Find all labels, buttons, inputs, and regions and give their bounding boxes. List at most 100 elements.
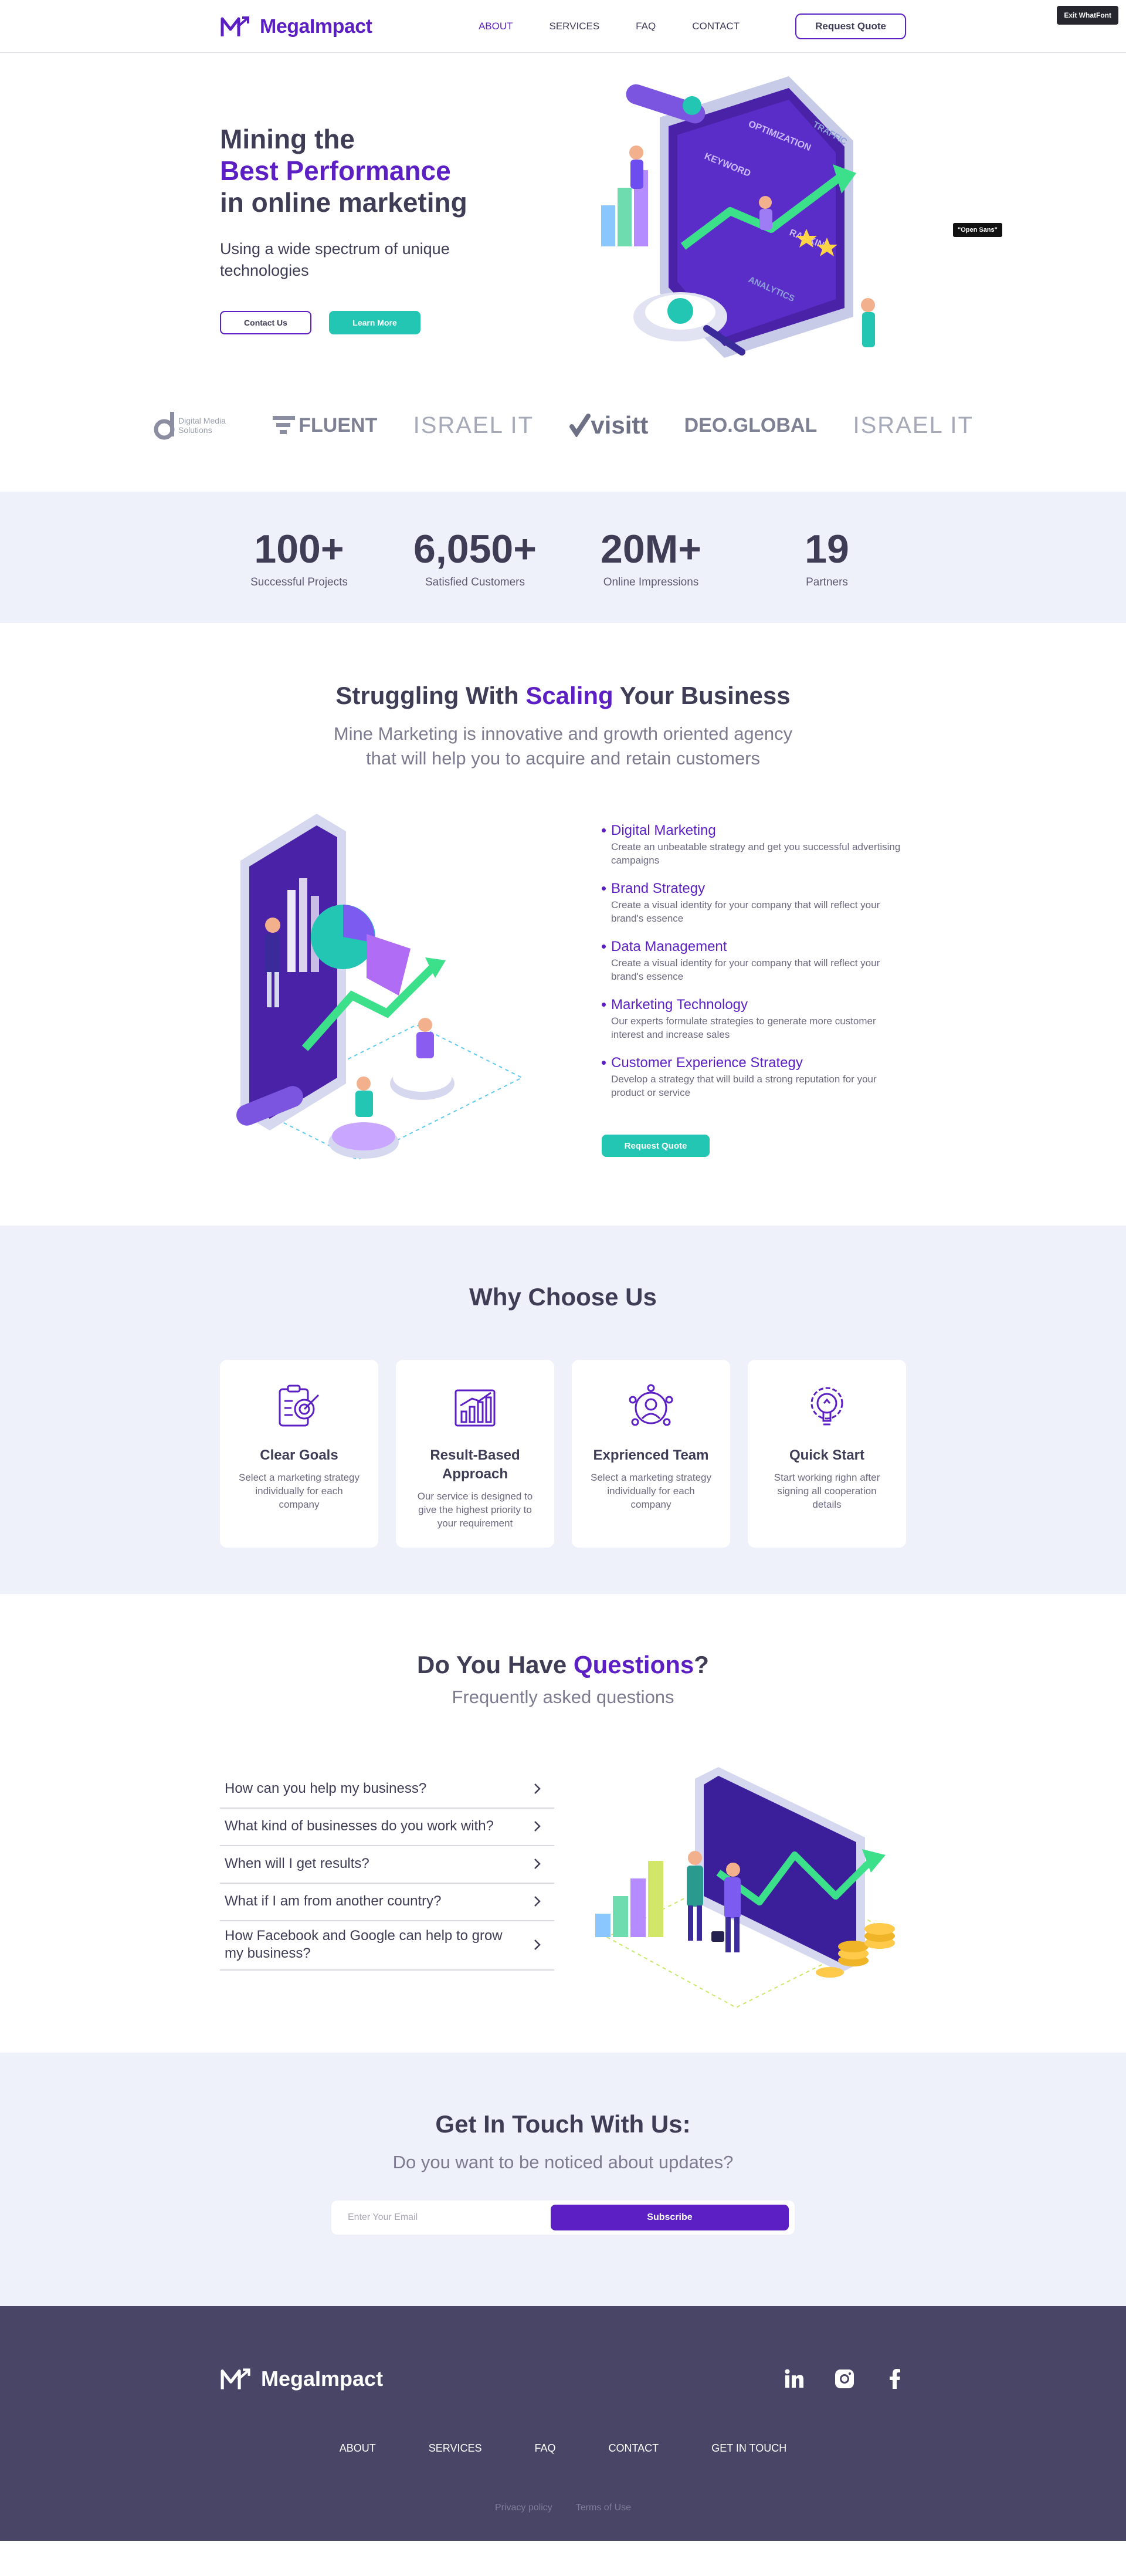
- faq-question: How can you help my business?: [225, 1780, 427, 1796]
- service-desc: Create a visual identity for your compan…: [611, 957, 880, 982]
- service-item: Customer Experience Strategy Develop a s…: [602, 1055, 907, 1099]
- card-desc: Start working righn after signing all co…: [774, 1472, 880, 1510]
- terms-of-use-link[interactable]: Terms of Use: [576, 2503, 631, 2513]
- partner-name-deo-global: DEO.GLOBAL: [684, 414, 818, 436]
- faq-question: What if I am from another country?: [225, 1893, 442, 1909]
- request-quote-button[interactable]: Request Quote: [795, 13, 906, 39]
- card-title: Clear Goals: [260, 1447, 338, 1463]
- instagram-icon[interactable]: [833, 2368, 856, 2390]
- faq-question: How Facebook and Google can help to grow…: [225, 1928, 503, 1961]
- nav-about[interactable]: ABOUT: [479, 21, 513, 32]
- partner-name-israel-it-2: ISRAEL IT: [853, 412, 974, 438]
- exit-whatfont-button[interactable]: Exit WhatFont: [1057, 6, 1118, 25]
- hero-title-line3: in online marketing: [220, 187, 467, 218]
- faq-item[interactable]: How can you help my business?: [220, 1771, 554, 1809]
- facebook-icon[interactable]: [884, 2368, 906, 2390]
- footer-nav-about[interactable]: ABOUT: [340, 2442, 376, 2455]
- service-item: Marketing Technology Our experts formula…: [602, 997, 907, 1041]
- faq-item[interactable]: What if I am from another country?: [220, 1884, 554, 1921]
- chevron-right-icon: [534, 1939, 541, 1950]
- partner-logo-fluent: FLUENT: [273, 408, 377, 443]
- footer-nav-contact[interactable]: CONTACT: [609, 2442, 659, 2455]
- footer-nav: ABOUT SERVICES FAQ CONTACT GET IN TOUCH: [0, 2442, 1126, 2455]
- hero-section: Mining the Best Performance in online ma…: [0, 53, 1126, 387]
- font-tooltip: "Open Sans": [953, 223, 1002, 237]
- footer-nav-services[interactable]: SERVICES: [429, 2442, 482, 2455]
- linkedin-icon[interactable]: [783, 2368, 805, 2390]
- stat-customers: 6,050+ Satisfied Customers: [387, 527, 563, 589]
- faq-title: Do You Have Questions?: [0, 1594, 1126, 1679]
- logo[interactable]: MegaImpact: [220, 14, 372, 39]
- why-card-quick-start: Quick Start Start working righn after si…: [748, 1360, 906, 1548]
- service-title: Data Management: [611, 939, 727, 954]
- partner-logo-israel-it-2: ISRAEL IT: [853, 408, 974, 443]
- service-desc: Create an unbeatable strategy and get yo…: [611, 841, 901, 866]
- learn-more-button[interactable]: Learn More: [329, 311, 420, 334]
- card-desc: Select a marketing strategy individually…: [239, 1472, 359, 1510]
- service-title: Digital Marketing: [611, 822, 716, 838]
- stat-impressions: 20M+ Online Impressions: [563, 527, 739, 589]
- why-card-result-based: Result-Based Approach Our service is des…: [396, 1360, 554, 1548]
- logo-icon: [221, 16, 249, 36]
- service-desc: Our experts formulate strategies to gene…: [611, 1015, 876, 1040]
- footer-nav-faq[interactable]: FAQ: [535, 2442, 556, 2455]
- site-footer: MegaImpact ABOUT SERVICES FAQ CONTACT GE…: [0, 2306, 1126, 2541]
- card-title: Exprienced Team: [593, 1447, 709, 1463]
- request-quote-button-services[interactable]: Request Quote: [602, 1135, 710, 1157]
- faq-item[interactable]: How Facebook and Google can help to grow…: [220, 1921, 554, 1971]
- touch-subtitle: Do you want to be noticed about updates?: [392, 2152, 734, 2172]
- hero-title-highlight: Best Performance: [220, 155, 451, 186]
- stat-label: Online Impressions: [603, 576, 699, 588]
- partner-name-dms: Digital Media Solutions: [178, 416, 226, 435]
- faq-list: How can you help my business? What kind …: [220, 1771, 554, 1971]
- lightbulb-gear-icon: [810, 1387, 843, 1426]
- faq-question: What kind of businesses do you work with…: [225, 1818, 494, 1834]
- faq-item[interactable]: What kind of businesses do you work with…: [220, 1809, 554, 1846]
- main-nav: ABOUT SERVICES FAQ CONTACT: [479, 21, 740, 32]
- stat-label: Satisfied Customers: [425, 576, 525, 588]
- phone-analytics-illustration: [236, 814, 524, 1161]
- title-highlight: Scaling: [525, 682, 613, 709]
- service-item: Data Management Create a visual identity…: [602, 939, 907, 983]
- faq-item[interactable]: When will I get results?: [220, 1846, 554, 1884]
- hero-text: Mining the Best Performance in online ma…: [220, 123, 501, 334]
- why-cards: Clear Goals Select a marketing strategy …: [220, 1360, 906, 1548]
- email-input[interactable]: [348, 2212, 551, 2223]
- contact-us-button[interactable]: Contact Us: [220, 311, 311, 334]
- footer-logo[interactable]: MegaImpact: [220, 2366, 383, 2392]
- hero-buttons: Contact Us Learn More: [220, 311, 501, 334]
- services-list: Digital Marketing Create an unbeatable s…: [602, 822, 907, 1157]
- business-handshake-illustration: [595, 1767, 895, 2009]
- hero-subtitle: Using a wide spectrum of unique technolo…: [220, 240, 450, 279]
- stat-value: 6,050+: [413, 527, 537, 571]
- chevron-right-icon: [534, 1896, 541, 1907]
- service-item: Digital Marketing Create an unbeatable s…: [602, 822, 907, 867]
- touch-title: Get In Touch With Us:: [435, 2110, 691, 2138]
- partner-logo-visitt: visitt: [569, 408, 648, 443]
- stat-value: 19: [805, 527, 849, 571]
- title-part: ?: [694, 1651, 709, 1678]
- stats-section: 100+ Successful Projects 6,050+ Satisfie…: [0, 492, 1126, 623]
- nav-faq[interactable]: FAQ: [636, 21, 656, 32]
- logo-text: MegaImpact: [260, 15, 372, 38]
- subscribe-form: Subscribe: [331, 2201, 795, 2235]
- stat-projects: 100+ Successful Projects: [211, 527, 387, 589]
- bar-chart-icon: [455, 1389, 496, 1427]
- chevron-right-icon: [534, 1859, 541, 1869]
- privacy-policy-link[interactable]: Privacy policy: [495, 2503, 552, 2513]
- hero-title: Mining the Best Performance in online ma…: [220, 123, 501, 218]
- footer-nav-get-in-touch[interactable]: GET IN TOUCH: [711, 2442, 786, 2455]
- service-title: Customer Experience Strategy: [611, 1055, 803, 1071]
- social-links: [783, 2368, 906, 2390]
- nav-services[interactable]: SERVICES: [550, 21, 600, 32]
- hero-title-line1: Mining the: [220, 124, 355, 154]
- stat-label: Successful Projects: [250, 576, 348, 588]
- faq-section: Do You Have Questions? Frequently asked …: [0, 1594, 1126, 2053]
- service-title: Marketing Technology: [611, 997, 748, 1013]
- scaling-title: Struggling With Scaling Your Business: [0, 623, 1126, 710]
- subscribe-button[interactable]: Subscribe: [551, 2205, 789, 2230]
- logo-icon: [221, 2368, 250, 2389]
- site-header: MegaImpact ABOUT SERVICES FAQ CONTACT Re…: [0, 0, 1126, 53]
- service-desc: Develop a strategy that will build a str…: [611, 1074, 877, 1098]
- nav-contact[interactable]: CONTACT: [692, 21, 740, 32]
